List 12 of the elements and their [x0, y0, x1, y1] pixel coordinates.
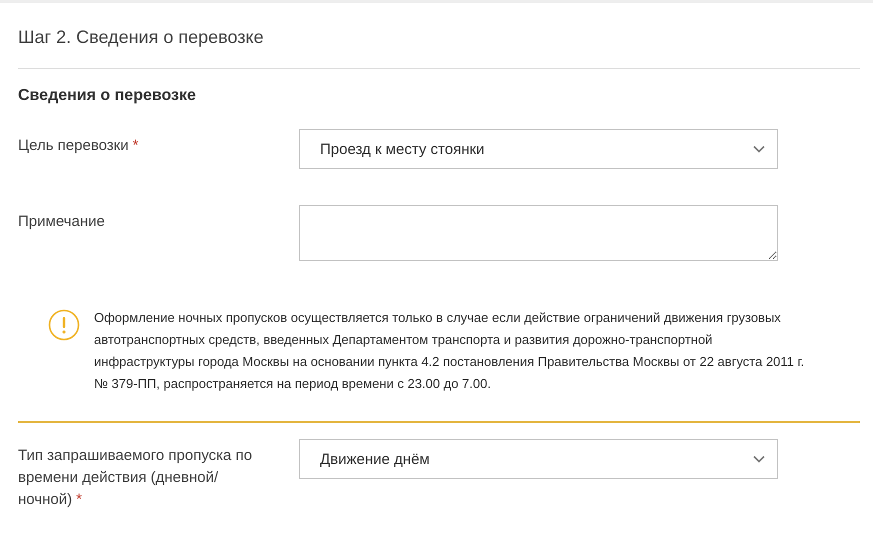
field-label: Цель перевозки *	[18, 136, 140, 156]
chevron-down-icon	[753, 145, 765, 153]
section-title: Сведения о перевозке	[18, 86, 197, 106]
field-label: Тип запрашиваемого пропуска по времени действия (дневной/ ночной) *	[18, 446, 254, 510]
dropdown-field[interactable]: Проезд к месту стоянки	[299, 129, 778, 169]
dropdown-field[interactable]: Движение днём	[299, 439, 778, 479]
step-title: Шаг 2. Сведения о перевозке	[18, 3, 860, 69]
notice-text: Оформление ночных пропусков осуществляется только в случае если действие ограничений движения грузовых автотранспортных средств, введенных Департаментом транспорта и развития дорожно-транспортной инфраструктуры города Москвы на основании пункта 4.2 постановления Правительства Москвы от 22 августа 2011 г. № 379-ПП, распространяется на период времени с 23.00 до 7.00.	[94, 309, 806, 393]
chevron-down-icon	[753, 455, 765, 463]
warning-icon	[48, 309, 80, 341]
field-label: Примечание	[18, 212, 106, 232]
note-field[interactable]	[299, 205, 778, 261]
